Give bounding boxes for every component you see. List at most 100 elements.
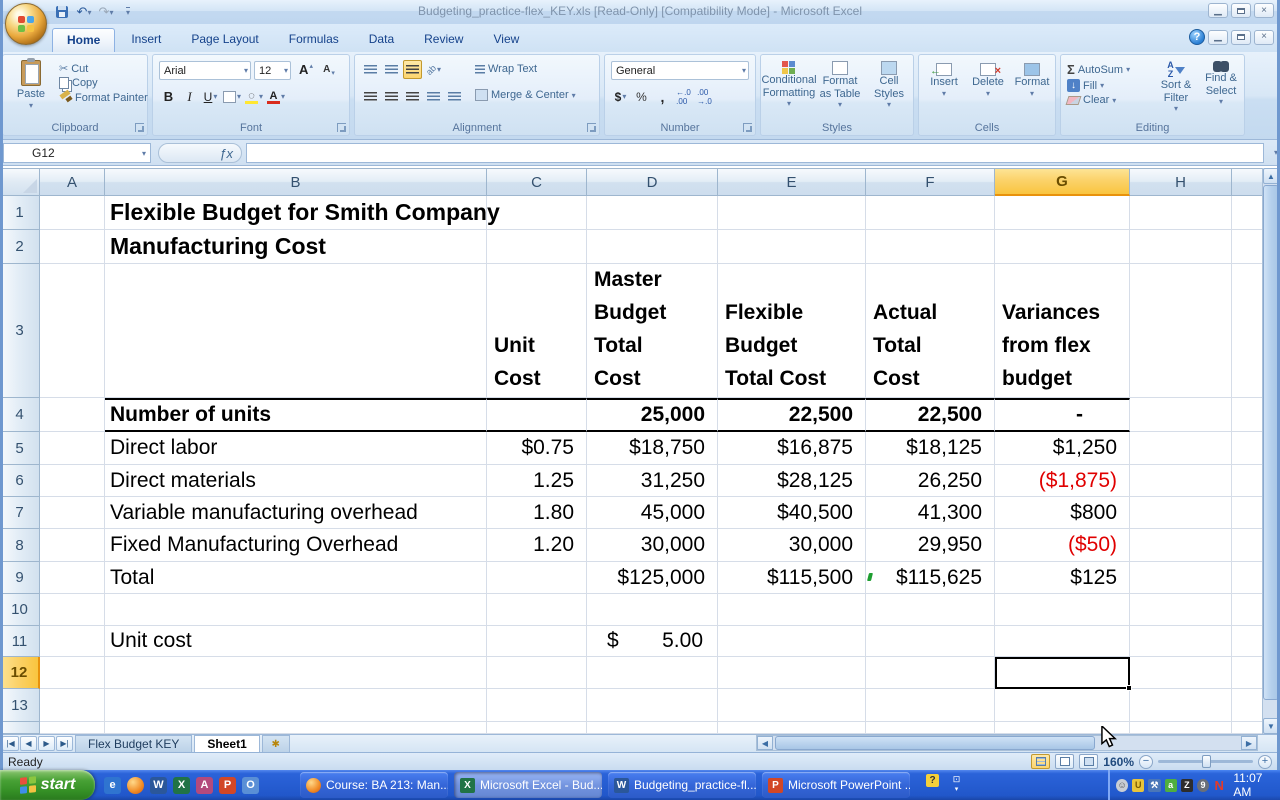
office-button[interactable] <box>5 3 47 45</box>
row-header-8[interactable]: 8 <box>0 529 40 562</box>
column-header-F[interactable]: F <box>866 168 995 196</box>
cell-G13[interactable] <box>995 689 1130 722</box>
cell-A1[interactable] <box>40 196 105 230</box>
cell-G5[interactable]: $1,250 <box>995 432 1130 465</box>
shrink-font-button[interactable]: A▾ <box>319 60 339 79</box>
prev-sheet-button[interactable]: ◀ <box>20 736 37 751</box>
tray-icon-shield[interactable]: U <box>1132 779 1144 792</box>
name-box[interactable]: G12▾ <box>3 143 151 163</box>
insert-worksheet-button[interactable]: ✱ <box>262 735 290 752</box>
cell-F10[interactable] <box>866 594 995 626</box>
cell-G1[interactable] <box>995 196 1130 230</box>
increase-decimal-button[interactable]: ←.0.00 <box>674 87 693 106</box>
cell-C5[interactable]: $0.75 <box>487 432 587 465</box>
delete-cells-button[interactable]: × Delete▾ <box>967 63 1009 98</box>
cell-B8[interactable]: Fixed Manufacturing Overhead <box>105 529 487 562</box>
cell-C13[interactable] <box>487 689 587 722</box>
cell-D12[interactable] <box>587 657 718 689</box>
cell-E12[interactable] <box>718 657 866 689</box>
cell-F13[interactable] <box>866 689 995 722</box>
cell-H5[interactable] <box>1130 432 1232 465</box>
cell-C9[interactable] <box>487 562 587 594</box>
column-header-D[interactable]: D <box>587 168 718 196</box>
cell-G6[interactable]: ($1,875) <box>995 465 1130 497</box>
cell-D5[interactable]: $18,750 <box>587 432 718 465</box>
decrease-indent-button[interactable] <box>424 87 443 106</box>
decrease-decimal-button[interactable]: .00→.0 <box>695 87 714 106</box>
autosum-button[interactable]: ΣAutoSum▾ <box>1065 61 1132 78</box>
cell-A10[interactable] <box>40 594 105 626</box>
redo-button[interactable]: ↷▾ <box>96 3 116 21</box>
tray-icon-z[interactable]: Z <box>1181 779 1193 792</box>
cell-E13[interactable] <box>718 689 866 722</box>
cell-B1[interactable]: Flexible Budget for Smith Company <box>105 196 487 230</box>
minimize-button[interactable]: ▁ <box>1208 3 1228 18</box>
cell-B9[interactable]: Total <box>105 562 487 594</box>
cell-B7[interactable]: Variable manufacturing overhead <box>105 497 487 529</box>
hidden-icons-button[interactable]: ⊡▾ <box>948 774 965 794</box>
font-dialog-launcher[interactable] <box>337 123 346 132</box>
formula-input[interactable] <box>246 143 1264 163</box>
grow-font-button[interactable]: A▴ <box>295 60 317 79</box>
cell-E[interactable] <box>718 722 866 734</box>
cell-F7[interactable]: 41,300 <box>866 497 995 529</box>
cell-G10[interactable] <box>995 594 1130 626</box>
align-bottom-button[interactable] <box>403 60 422 79</box>
word-icon[interactable]: W <box>150 777 167 794</box>
taskbar-button-firefox-course[interactable]: Course: BA 213: Man... <box>300 772 448 798</box>
horizontal-scroll-thumb[interactable] <box>775 736 1095 750</box>
cell-C10[interactable] <box>487 594 587 626</box>
cell-B11[interactable]: Unit cost <box>105 626 487 657</box>
cell-A4[interactable] <box>40 398 105 432</box>
cell-F1[interactable] <box>866 196 995 230</box>
format-painter-button[interactable]: Format Painter <box>57 90 150 105</box>
fill-handle[interactable] <box>1126 685 1132 691</box>
font-name-combo[interactable]: Arial▾ <box>159 61 251 80</box>
column-header-H[interactable]: H <box>1130 168 1232 196</box>
tray-icon-tools[interactable]: ⚒ <box>1148 779 1160 792</box>
row-header-13[interactable]: 13 <box>0 689 40 722</box>
cell-C1[interactable] <box>487 196 587 230</box>
column-header-A[interactable]: A <box>40 168 105 196</box>
row-header-1[interactable]: 1 <box>0 196 40 230</box>
cell-E7[interactable]: $40,500 <box>718 497 866 529</box>
cell-D11[interactable]: $5.00 <box>587 626 718 657</box>
cell-B3[interactable] <box>105 264 487 398</box>
cell-D6[interactable]: 31,250 <box>587 465 718 497</box>
help-tray-icon[interactable]: ? <box>924 774 941 794</box>
cell-H3[interactable] <box>1130 264 1232 398</box>
cell-E1[interactable] <box>718 196 866 230</box>
number-format-combo[interactable]: General▾ <box>611 61 749 80</box>
save-button[interactable] <box>52 3 72 21</box>
tab-review[interactable]: Review <box>410 28 477 52</box>
next-sheet-button[interactable]: ▶ <box>38 736 55 751</box>
underline-button[interactable]: U▾ <box>201 87 220 106</box>
paste-button[interactable]: Paste ▾ <box>9 60 53 110</box>
cell-F5[interactable]: $18,125 <box>866 432 995 465</box>
cell-D7[interactable]: 45,000 <box>587 497 718 529</box>
cell-H2[interactable] <box>1130 230 1232 264</box>
last-sheet-button[interactable]: ▶| <box>56 736 73 751</box>
cell-H6[interactable] <box>1130 465 1232 497</box>
cell-H4[interactable] <box>1130 398 1232 432</box>
number-dialog-launcher[interactable] <box>743 123 752 132</box>
tab-formulas[interactable]: Formulas <box>275 28 353 52</box>
column-header-C[interactable]: C <box>487 168 587 196</box>
page-layout-view-button[interactable] <box>1055 754 1074 769</box>
cell-E11[interactable] <box>718 626 866 657</box>
zoom-level[interactable]: 160% <box>1103 755 1134 769</box>
select-all-corner[interactable] <box>0 168 40 196</box>
cell-B10[interactable] <box>105 594 487 626</box>
cell-G2[interactable] <box>995 230 1130 264</box>
selection-box-G12[interactable] <box>995 657 1130 689</box>
bold-button[interactable]: B <box>159 87 178 106</box>
cell-A9[interactable] <box>40 562 105 594</box>
cell-A11[interactable] <box>40 626 105 657</box>
cell-C11[interactable] <box>487 626 587 657</box>
cell-F4[interactable]: 22,500 <box>866 398 995 432</box>
tab-view[interactable]: View <box>479 28 533 52</box>
copy-button[interactable]: Copy <box>57 76 150 90</box>
cell-A6[interactable] <box>40 465 105 497</box>
fill-color-button[interactable]: ◌▾ <box>244 87 264 106</box>
cell-F8[interactable]: 29,950 <box>866 529 995 562</box>
